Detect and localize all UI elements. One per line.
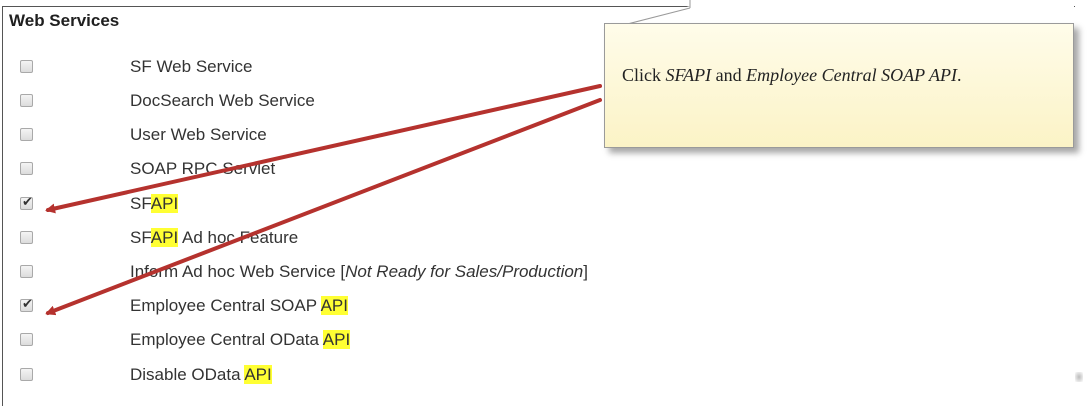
red-arrow-icon [45, 98, 602, 316]
annotation-arrows [45, 84, 602, 316]
red-arrow-icon [45, 84, 602, 214]
edge-artifact [1075, 372, 1083, 382]
